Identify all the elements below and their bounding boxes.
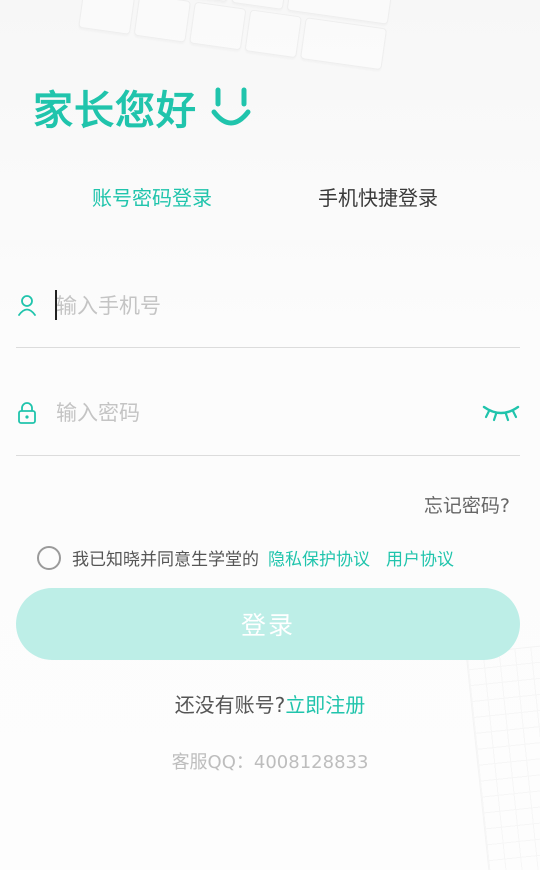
login-page: 家长您好 账号密码登录 手机快捷登录 输入手机号 忘记密码? 我已知晓并同意生学…: [0, 0, 540, 870]
text-caret: [55, 290, 57, 320]
customer-service-text: 客服QQ：4008128833: [171, 752, 369, 773]
user-agreement-link[interactable]: 用户协议: [386, 545, 454, 570]
greeting-title: 家长您好: [33, 88, 197, 134]
tab-phone-quick[interactable]: 手机快捷登录: [318, 182, 438, 211]
phone-input[interactable]: [54, 285, 458, 327]
privacy-policy-link[interactable]: 隐私保护协议: [268, 545, 370, 570]
register-row: 还没有账号?立即注册: [0, 689, 540, 718]
eye-closed-icon[interactable]: [482, 402, 520, 422]
register-link[interactable]: 立即注册: [285, 693, 365, 717]
password-input[interactable]: [54, 392, 458, 434]
agreement-radio[interactable]: [37, 545, 61, 570]
agreement-row: 我已知晓并同意生学堂的 隐私保护协议 用户协议: [37, 545, 454, 570]
forgot-password-link[interactable]: 忘记密码?: [424, 491, 510, 518]
password-field: [16, 382, 520, 456]
phone-field: [16, 275, 520, 348]
greeting-header: 家长您好: [33, 78, 253, 136]
tab-account-password[interactable]: 账号密码登录: [92, 182, 212, 211]
login-button[interactable]: 登录: [16, 588, 520, 660]
user-icon: [18, 295, 36, 316]
register-question: 还没有账号?: [174, 693, 286, 717]
smile-icon: [211, 87, 251, 126]
lock-icon: [18, 402, 36, 424]
agreement-text: 我已知晓并同意生学堂的: [72, 550, 259, 570]
